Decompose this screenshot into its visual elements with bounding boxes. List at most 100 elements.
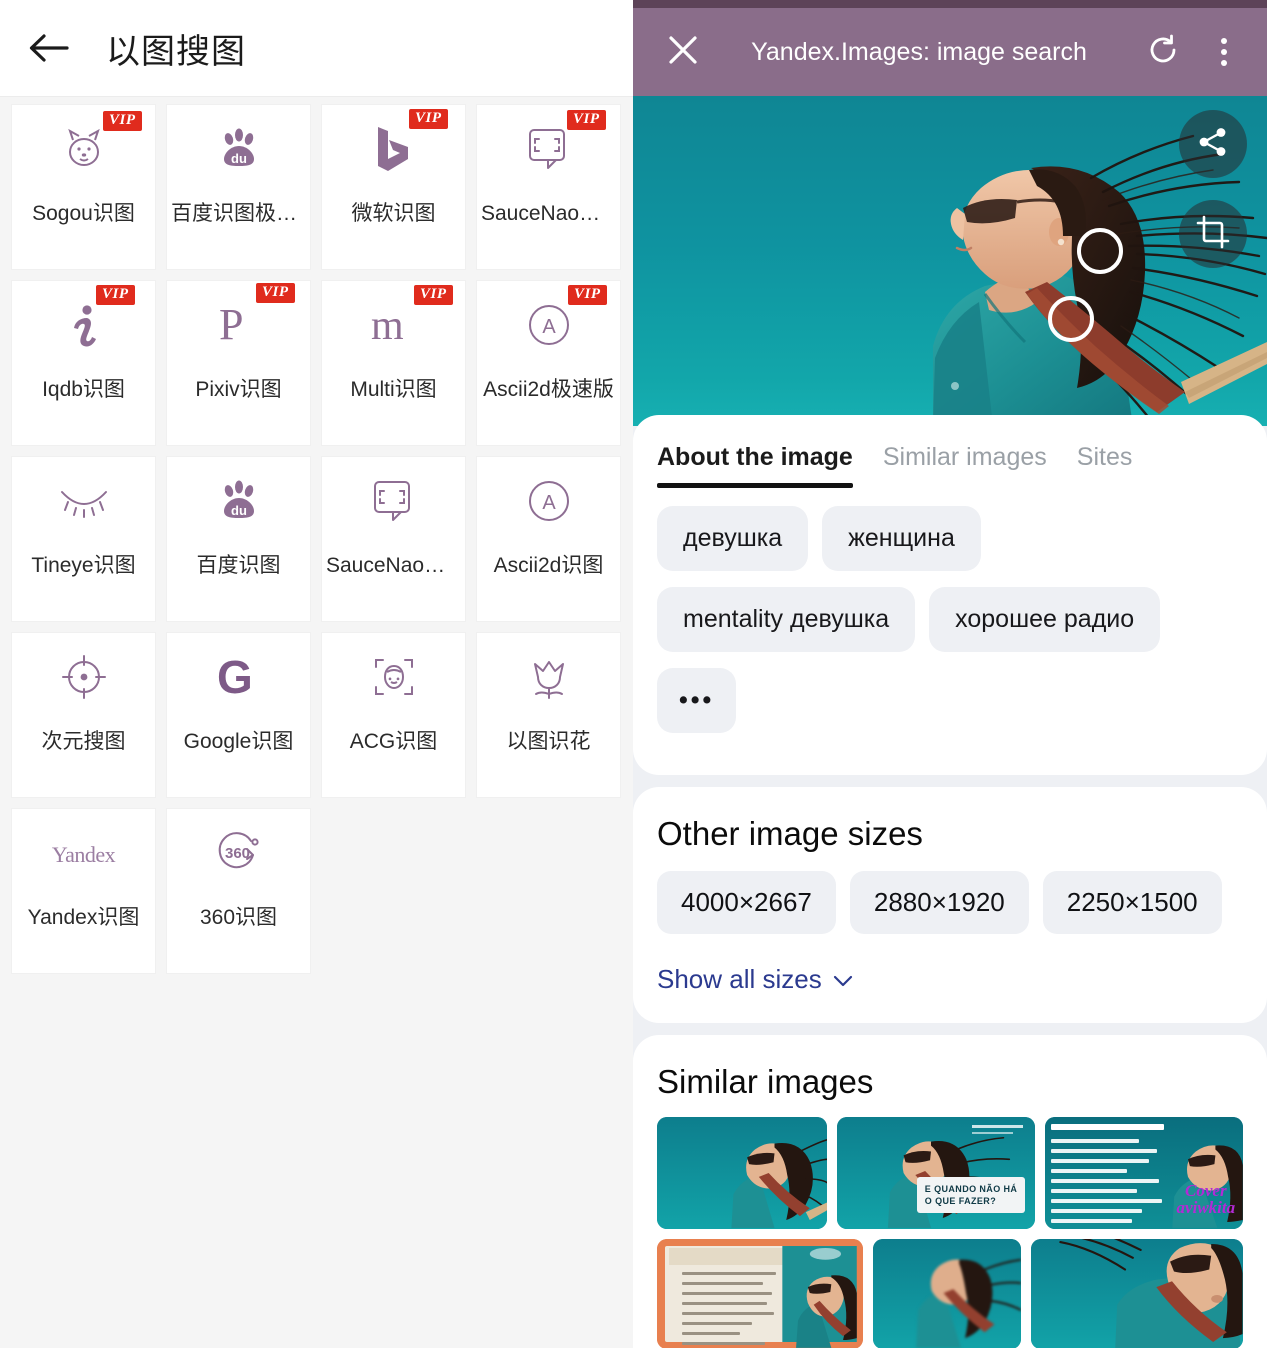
svg-text:A: A — [542, 316, 556, 338]
status-bar — [633, 0, 1267, 8]
screen-root: 以图搜图 VIP Sogou识图 du 百度识图极速版 VIP 微软识图 VIP… — [0, 0, 1267, 1348]
share-icon — [1196, 125, 1230, 164]
card-icon-area — [12, 633, 155, 725]
baidu-paw-icon: du — [216, 128, 262, 176]
other-sizes-title: Other image sizes — [657, 815, 923, 852]
source-card-label: Yandex识图 — [27, 906, 140, 929]
hero-image[interactable] — [633, 96, 1267, 426]
source-grid: VIP Sogou识图 du 百度识图极速版 VIP 微软识图 VIP Sauc… — [11, 104, 623, 984]
similar-images-grid: E QUANDO NÃO HÁ O QUE FAZER? Cover aviwk… — [633, 1101, 1267, 1348]
card-icon-area: Yandex — [12, 809, 155, 901]
about-card: About the image Similar images Sites дев… — [633, 415, 1267, 775]
chevron-down-icon — [832, 964, 854, 995]
size-chip[interactable]: 2250×1500 — [1042, 871, 1222, 934]
card-icon-area: VIP — [477, 105, 620, 197]
source-card-google[interactable]: G Google识图 — [166, 632, 311, 798]
card-icon-area: du — [167, 105, 310, 197]
similar-thumb-spanish-quote-orange-card[interactable] — [657, 1239, 863, 1348]
baidu-paw-icon: du — [216, 480, 262, 528]
source-card-baidu-fast[interactable]: du 百度识图极速版 — [166, 104, 311, 270]
card-icon-area: 360 — [167, 809, 310, 901]
thumb-logo-mark — [971, 1124, 1024, 1134]
svg-text:du: du — [231, 503, 247, 518]
thumb-watermark: Cover aviwkita — [1176, 1180, 1236, 1217]
back-button[interactable] — [18, 18, 78, 78]
card-icon-area — [322, 457, 465, 549]
tab-sites[interactable]: Sites — [1077, 443, 1133, 488]
svg-text:A: A — [542, 492, 556, 514]
tab-similar-images[interactable]: Similar images — [883, 443, 1047, 488]
similar-thumb-woman-closeup-sunglasses[interactable] — [1031, 1239, 1243, 1348]
card-icon-area — [322, 633, 465, 725]
source-card-360[interactable]: 360 360识图 — [166, 808, 311, 974]
close-icon — [666, 33, 700, 72]
crop-button[interactable] — [1179, 200, 1247, 268]
source-card-bing[interactable]: VIP 微软识图 — [321, 104, 466, 270]
bing-b-icon — [374, 126, 414, 177]
card-icon-area: A VIP — [477, 281, 620, 373]
source-card-ascii2d-fast[interactable]: A VIP Ascii2d极速版 — [476, 280, 621, 446]
yandex-wordmark-icon: Yandex — [51, 842, 116, 867]
source-card-acg[interactable]: ACG识图 — [321, 632, 466, 798]
source-card-saucenao-fast[interactable]: VIP SauceNao极… — [476, 104, 621, 270]
vip-badge: VIP — [566, 109, 606, 130]
card-icon-area: VIP — [322, 105, 465, 197]
source-card-label: SauceNao极… — [481, 202, 620, 225]
similar-images-card: Similar images E QUANDO NÃO HÁ O QUE FAZ… — [633, 1035, 1267, 1348]
selection-marker-icon[interactable] — [1048, 296, 1094, 342]
show-all-sizes-link[interactable]: Show all sizes — [633, 956, 1267, 1023]
card-icon-area: VIP — [12, 281, 155, 373]
similar-thumb-woman-with-portuguese-caption[interactable]: E QUANDO NÃO HÁ O QUE FAZER? — [837, 1117, 1036, 1229]
source-card-pixiv[interactable]: P VIP Pixiv识图 — [166, 280, 311, 446]
source-card-multi[interactable]: m VIP Multi识图 — [321, 280, 466, 446]
thumb-playlist-text — [1051, 1123, 1174, 1229]
source-card-ciyuan[interactable]: 次元搜图 — [11, 632, 156, 798]
tag-chip[interactable]: хорошее радио — [929, 587, 1161, 652]
ascii2d-a-icon: A — [525, 480, 573, 529]
tag-chip[interactable]: женщина — [822, 506, 981, 571]
source-card-tineye[interactable]: Tineye识图 — [11, 456, 156, 622]
vip-badge: VIP — [95, 284, 135, 305]
reload-button[interactable] — [1137, 26, 1189, 78]
close-button[interactable] — [655, 24, 711, 80]
source-card-baidu[interactable]: du 百度识图 — [166, 456, 311, 622]
crop-icon — [1196, 215, 1230, 254]
size-chip[interactable]: 4000×2667 — [657, 871, 836, 934]
pixiv-p-icon: P — [217, 300, 261, 355]
source-card-flower[interactable]: 以图识花 — [476, 632, 621, 798]
size-chip[interactable]: 2880×1920 — [849, 871, 1029, 934]
share-button[interactable] — [1179, 110, 1247, 178]
more-tags-button[interactable]: ••• — [657, 668, 737, 733]
similar-thumb-woman-teal-sky-portrait[interactable] — [657, 1117, 828, 1229]
tineye-eye-icon — [58, 490, 110, 522]
source-card-ascii2d[interactable]: A Ascii2d识图 — [476, 456, 621, 622]
source-card-iqdb[interactable]: VIP Iqdb识图 — [11, 280, 156, 446]
similar-thumb-woman-blurred-teal[interactable] — [872, 1239, 1022, 1348]
svg-text:P: P — [219, 300, 243, 349]
sogou-dog-icon — [60, 128, 108, 175]
image-search-sources-panel: 以图搜图 VIP Sogou识图 du 百度识图极速版 VIP 微软识图 VIP… — [0, 0, 633, 1348]
iqdb-i-icon — [67, 304, 101, 353]
source-card-label: Tineye识图 — [31, 554, 136, 577]
source-card-label: 以图识花 — [506, 730, 591, 753]
similar-row — [657, 1239, 1243, 1348]
svg-text:360: 360 — [225, 845, 250, 862]
arrow-left-icon — [27, 31, 69, 65]
vip-badge: VIP — [413, 284, 453, 305]
source-card-saucenao[interactable]: SauceNao识图 — [321, 456, 466, 622]
tag-chip[interactable]: девушка — [657, 506, 809, 571]
card-icon-area: P VIP — [167, 281, 310, 373]
reload-icon — [1146, 33, 1180, 72]
tab-about-the-image[interactable]: About the image — [657, 443, 853, 488]
source-card-label: Iqdb识图 — [42, 378, 125, 401]
similar-thumb-acoustic-cover-playlist-card[interactable]: Cover aviwkita — [1045, 1117, 1244, 1229]
selection-marker-icon[interactable] — [1077, 228, 1123, 274]
source-card-label: Sogou识图 — [32, 202, 135, 225]
overflow-menu-button[interactable] — [1201, 26, 1247, 78]
source-card-yandex[interactable]: Yandex Yandex识图 — [11, 808, 156, 974]
vip-badge: VIP — [255, 282, 295, 303]
source-card-sogou[interactable]: VIP Sogou识图 — [11, 104, 156, 270]
svg-text:m: m — [371, 303, 404, 349]
similar-images-title: Similar images — [657, 1063, 874, 1100]
tag-chip[interactable]: mentality девушка — [657, 587, 916, 652]
